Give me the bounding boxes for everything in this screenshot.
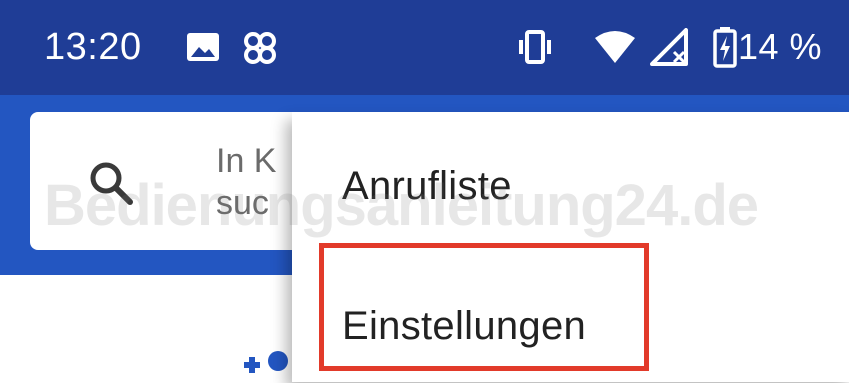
status-bar: 13:20 14 %: [0, 0, 849, 95]
pinwheel-icon: [240, 28, 280, 73]
highlight-box: [319, 243, 649, 371]
menu-item-anrufliste[interactable]: Anrufliste: [342, 164, 512, 209]
add-contact-icon[interactable]: [236, 350, 296, 383]
battery-charging-icon: [712, 26, 738, 73]
battery-percent: 14 %: [738, 26, 823, 67]
search-hint-text[interactable]: In K suc: [216, 140, 296, 224]
vibrate-icon: [514, 30, 556, 69]
search-icon[interactable]: [88, 160, 134, 211]
status-time: 13:20: [44, 26, 142, 68]
image-notification-icon: [186, 32, 220, 67]
mobile-signal-off-icon: [650, 28, 690, 71]
wifi-icon: [594, 30, 636, 69]
